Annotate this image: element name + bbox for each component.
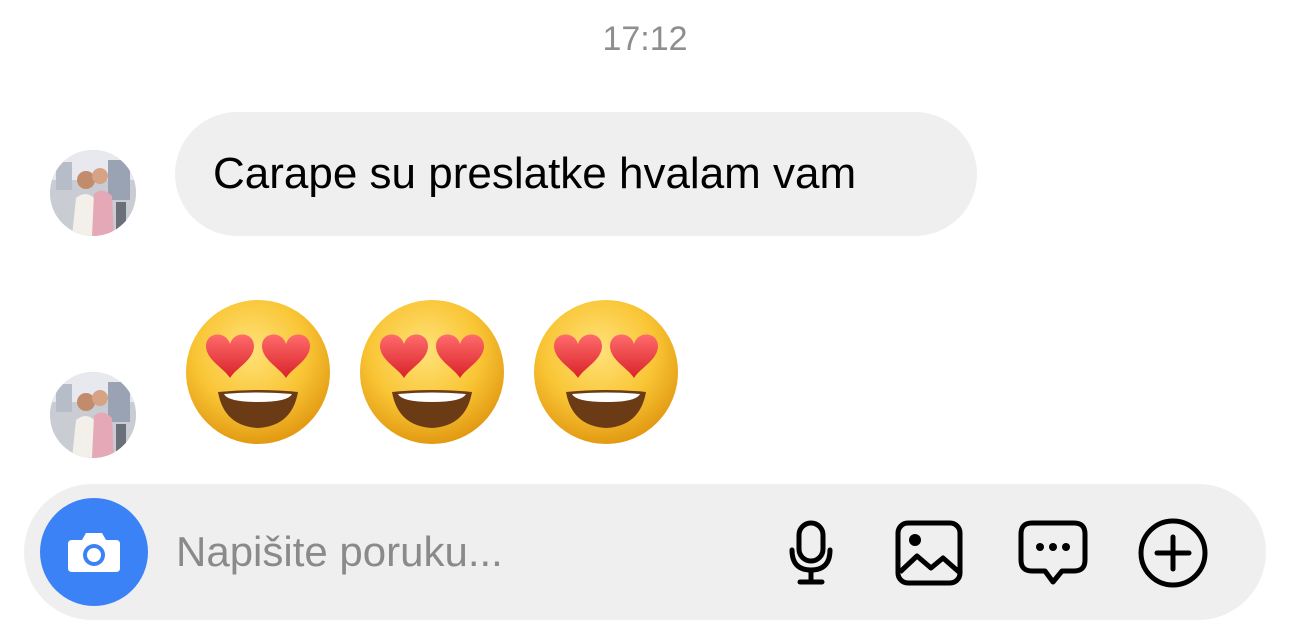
add-button[interactable] (1132, 512, 1214, 594)
avatar[interactable] (50, 150, 136, 236)
chat-thread: 17:12 Carape su preslatke hvalam vam (0, 0, 1290, 626)
camera-icon (68, 533, 120, 572)
message-input[interactable] (176, 522, 736, 582)
heart-eyes-emoji-icon (182, 296, 334, 448)
gallery-button[interactable] (888, 512, 970, 594)
heart-eyes-emoji-icon (356, 296, 508, 448)
avatar[interactable] (50, 372, 136, 458)
plus-icon (1138, 518, 1208, 588)
received-message-bubble[interactable]: Carape su preslatke hvalam vam (175, 112, 977, 236)
microphone-button[interactable] (770, 512, 852, 594)
sticker-button[interactable] (1012, 512, 1094, 594)
emoji-message[interactable] (182, 296, 682, 452)
camera-button[interactable] (40, 498, 148, 606)
message-timestamp: 17:12 (602, 20, 688, 58)
heart-eyes-emoji-icon (530, 296, 682, 448)
microphone-icon (789, 520, 833, 585)
gallery-icon (895, 520, 963, 586)
message-composer (24, 484, 1266, 620)
sticker-icon (1018, 520, 1088, 585)
